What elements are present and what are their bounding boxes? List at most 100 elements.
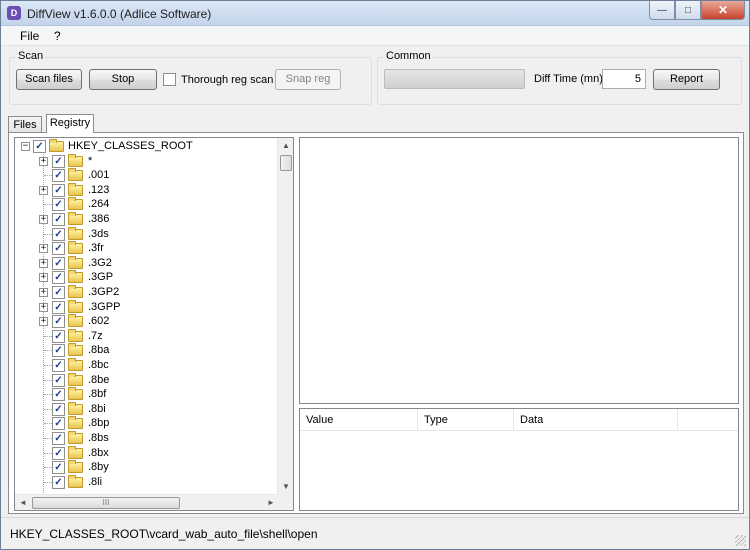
snap-reg-button[interactable]: Snap reg	[275, 69, 341, 90]
tree-item[interactable]: + ✓ .3GP	[15, 270, 279, 285]
tree-item-label: .3GP	[88, 271, 114, 284]
tree-checkbox[interactable]: ✓	[52, 300, 65, 314]
scroll-left-arrow-icon[interactable]: ◄	[15, 495, 31, 510]
folder-icon	[68, 474, 83, 488]
tree-checkbox[interactable]: ✓	[52, 432, 65, 445]
title-bar[interactable]: D DiffView v1.6.0.0 (Adlice Software) — …	[1, 1, 749, 26]
tree-item[interactable]: ✓ .3ds	[15, 226, 279, 242]
scan-group-label: Scan	[16, 50, 46, 62]
tree-checkbox[interactable]: ✓	[52, 183, 65, 197]
expand-icon[interactable]: +	[39, 185, 48, 195]
tree-item-label: .8bf	[88, 388, 107, 401]
tree-checkbox[interactable]: ✓	[52, 242, 65, 256]
tree-checkbox[interactable]: ✓	[52, 329, 65, 343]
menu-help[interactable]: ?	[54, 29, 61, 43]
tree-item-label: .8bs	[88, 432, 109, 444]
tree-checkbox[interactable]: ✓	[52, 286, 65, 299]
tab-registry[interactable]: Registry	[46, 114, 94, 133]
vertical-scroll-thumb[interactable]	[280, 155, 292, 171]
scan-files-button[interactable]: Scan files	[16, 69, 82, 90]
tree-item[interactable]: + ✓ .3GP2	[15, 285, 279, 300]
tree-checkbox[interactable]: ✓	[52, 344, 65, 358]
expand-icon[interactable]: +	[39, 273, 48, 283]
tree-checkbox[interactable]: ✓	[33, 140, 46, 153]
tree-checkbox[interactable]: ✓	[52, 315, 65, 329]
thorough-reg-scan-checkbox[interactable]	[163, 73, 176, 86]
tree-item[interactable]: + ✓ .123	[15, 182, 279, 198]
maximize-button[interactable]: □	[675, 1, 701, 20]
tab-files[interactable]: Files	[8, 116, 42, 133]
expand-icon[interactable]: +	[39, 288, 48, 297]
tree-item[interactable]: ✓ .8bi	[15, 401, 279, 417]
expand-icon[interactable]: +	[39, 215, 48, 224]
tree-checkbox[interactable]: ✓	[52, 373, 65, 387]
tree-checkbox[interactable]: ✓	[52, 475, 65, 489]
tree-item[interactable]: ✓ .8li	[15, 474, 279, 490]
expand-icon[interactable]: +	[39, 258, 48, 268]
tree-item[interactable]: ✓ .001	[15, 168, 279, 183]
folder-icon	[68, 226, 83, 240]
tree-checkbox[interactable]: ✓	[52, 388, 65, 402]
tree-item[interactable]: + ✓ .386	[15, 212, 279, 227]
folder-icon	[68, 416, 83, 430]
tree-root-row[interactable]: − ✓ HKEY_CLASSES_ROOT	[15, 139, 279, 154]
folder-icon	[68, 212, 83, 225]
expand-icon[interactable]: +	[39, 302, 48, 312]
tree-checkbox[interactable]: ✓	[52, 417, 65, 431]
tree-item[interactable]: ✓ .264	[15, 197, 279, 212]
report-button[interactable]: Report	[653, 69, 720, 90]
tree-checkbox[interactable]: ✓	[52, 256, 65, 270]
folder-icon	[68, 372, 83, 386]
tree-checkbox[interactable]: ✓	[52, 213, 65, 226]
menu-file[interactable]: File	[20, 29, 39, 43]
detail-pane[interactable]	[299, 137, 739, 404]
expand-icon[interactable]: +	[39, 156, 48, 166]
column-header-type[interactable]: Type	[418, 409, 514, 431]
minimize-button[interactable]: —	[649, 1, 675, 20]
column-header-value[interactable]: Value	[300, 409, 418, 431]
common-group: Common Diff Time (mn) 5 Report	[377, 50, 742, 105]
tree-item[interactable]: ✓ .8by	[15, 460, 279, 475]
folder-icon	[49, 139, 64, 152]
resize-grip-icon[interactable]	[735, 535, 746, 546]
tree-checkbox[interactable]: ✓	[52, 359, 65, 372]
tree-item[interactable]: + ✓ *	[15, 153, 279, 169]
tree-horizontal-scrollbar[interactable]: ◄ III ►	[15, 494, 279, 510]
tree-item[interactable]: ✓ .8bf	[15, 387, 279, 402]
folder-icon	[68, 241, 83, 255]
tree-checkbox[interactable]: ✓	[52, 169, 65, 183]
expand-icon[interactable]: +	[39, 317, 48, 327]
tree-item[interactable]: ✓ .8bx	[15, 445, 279, 461]
tree-item[interactable]: ✓ .8be	[15, 372, 279, 388]
tree-checkbox[interactable]: ✓	[52, 461, 65, 475]
values-list[interactable]: Value Type Data	[299, 408, 739, 511]
tree-item[interactable]: ✓ .8ba	[15, 343, 279, 358]
tree-item[interactable]: + ✓ .3GPP	[15, 299, 279, 315]
tree-item[interactable]: ✓ .8bp	[15, 416, 279, 431]
tree-checkbox[interactable]: ✓	[52, 154, 65, 168]
tree-checkbox[interactable]: ✓	[52, 227, 65, 241]
tree-item-label: .3G2	[88, 256, 112, 269]
tree-checkbox[interactable]: ✓	[52, 446, 65, 460]
tree-vertical-scrollbar[interactable]: ▲ ▼	[277, 138, 293, 495]
registry-tree[interactable]: − ✓ HKEY_CLASSES_ROOT + ✓ * ✓ .001 + ✓ .123 ✓ .264 + ✓…	[14, 137, 294, 511]
diff-time-input[interactable]: 5	[602, 69, 646, 89]
caption-buttons: — □ ✕	[649, 1, 745, 20]
tree-checkbox[interactable]: ✓	[52, 198, 65, 212]
close-button[interactable]: ✕	[701, 1, 745, 20]
tree-item[interactable]: + ✓ .3fr	[15, 241, 279, 256]
collapse-icon[interactable]: −	[21, 142, 30, 151]
tree-checkbox[interactable]: ✓	[52, 271, 65, 285]
tree-item[interactable]: + ✓ .3G2	[15, 255, 279, 271]
horizontal-scroll-thumb[interactable]: III	[32, 497, 180, 509]
scroll-up-arrow-icon[interactable]: ▲	[278, 138, 293, 154]
expand-icon[interactable]: +	[39, 244, 48, 254]
stop-button[interactable]: Stop	[89, 69, 157, 90]
tree-item[interactable]: ✓ .8bc	[15, 358, 279, 373]
scroll-down-arrow-icon[interactable]: ▼	[278, 479, 293, 495]
tree-item[interactable]: ✓ .7z	[15, 328, 279, 344]
tree-item[interactable]: + ✓ .602	[15, 314, 279, 329]
tree-checkbox[interactable]: ✓	[52, 402, 65, 416]
tree-item[interactable]: ✓ .8bs	[15, 431, 279, 446]
column-header-data[interactable]: Data	[514, 409, 678, 431]
